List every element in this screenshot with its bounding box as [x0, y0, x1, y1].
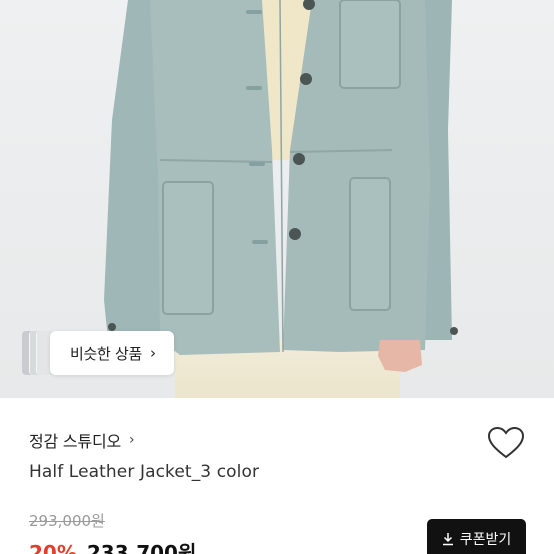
coupon-label: 쿠폰받기	[459, 532, 512, 548]
similar-products-label: 비슷한 상품	[70, 344, 142, 363]
chevron-right-icon: ›	[129, 432, 135, 448]
store-name[interactable]: 정감 스튜디오	[29, 428, 121, 452]
product-image[interactable]: 비슷한 상품 ›	[0, 0, 554, 398]
product-title: Half Leather Jacket_3 color	[29, 462, 260, 482]
similar-products-chip[interactable]: 비슷한 상품 ›	[22, 331, 174, 375]
original-price: 293,000원	[29, 512, 105, 530]
similar-products-button[interactable]: 비슷한 상품 ›	[50, 331, 174, 375]
sale-price-row: 20% 233,700원	[29, 537, 196, 554]
discount-rate: 20%	[29, 541, 77, 554]
coupon-button[interactable]: 쿠폰받기	[427, 519, 526, 554]
heart-outline-icon[interactable]	[486, 425, 526, 461]
store-link[interactable]: 정감 스튜디오 ›	[29, 428, 135, 452]
download-icon	[442, 533, 453, 546]
product-info: 정감 스튜디오 › Half Leather Jacket_3 color 29…	[0, 398, 554, 554]
sale-price: 233,700원	[86, 541, 197, 554]
chevron-right-icon: ›	[149, 344, 156, 362]
